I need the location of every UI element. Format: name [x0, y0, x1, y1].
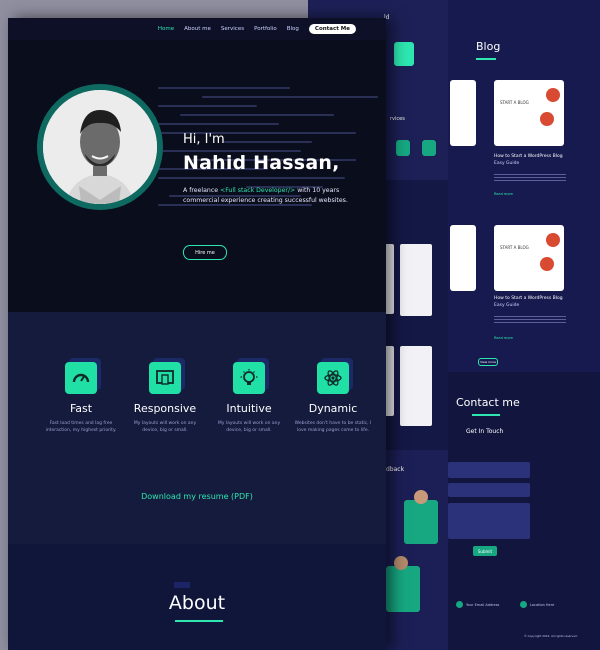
about-underline [175, 620, 223, 622]
feature-dynamic: Dynamic Websites don't have to be static… [294, 362, 372, 434]
feature-desc: My layouts will work on any device, big … [217, 421, 281, 433]
blog-card-2[interactable]: START A BLOG [494, 225, 564, 291]
read-more-link[interactable]: Read more [494, 336, 513, 340]
feature-title: Responsive [133, 402, 197, 415]
about-title: About [168, 592, 226, 614]
feature-fast: Fast Fast load times and lag free intera… [42, 362, 120, 434]
blog-card-label: START A BLOG [500, 100, 529, 105]
email-icon [456, 601, 463, 608]
nav-services[interactable]: Services [221, 26, 244, 32]
submit-button[interactable]: Submit [473, 546, 497, 556]
about-section: About [8, 544, 386, 650]
contact-underline [472, 414, 500, 416]
lightbulb-icon [233, 362, 265, 394]
feature-desc: Fast load times and lag free interaction… [45, 421, 117, 433]
portfolio-thumb[interactable] [400, 346, 432, 426]
blog-post-excerpt [494, 314, 566, 324]
testimonial-card[interactable] [386, 566, 420, 612]
feature-title: Dynamic [308, 402, 358, 415]
view-more-button[interactable]: View more [478, 358, 498, 366]
download-resume-link[interactable]: Download my resume (PDF) [8, 492, 386, 501]
blog-contact-page: Blog START A BLOG How to Start a WordPre… [448, 0, 600, 650]
blog-card-partial[interactable] [450, 80, 476, 146]
feature-title: Intuitive [226, 402, 272, 415]
email-label: Your Email Address [466, 603, 500, 607]
service-tile[interactable] [422, 140, 436, 156]
nav-about[interactable]: About me [184, 26, 211, 32]
hero-bio: A freelance <Full stack Developer/> with… [183, 186, 348, 206]
service-tile[interactable] [396, 140, 410, 156]
wordpress-icon [546, 88, 560, 102]
feature-intuitive: Intuitive My layouts will work on any de… [210, 362, 288, 434]
speedometer-icon [65, 362, 97, 394]
nav-portfolio[interactable]: Portfolio [254, 26, 277, 32]
contact-me-button[interactable]: Contact Me [308, 24, 356, 34]
skill-tile[interactable] [394, 42, 414, 66]
read-more-link[interactable]: Read more [494, 192, 513, 196]
email-field[interactable] [448, 483, 530, 497]
blog-card-partial[interactable] [450, 225, 476, 291]
section-label-partial: rvices [390, 116, 405, 122]
wordpress-icon [540, 257, 554, 271]
decorative-block [174, 582, 190, 588]
responsive-screen-icon [149, 362, 181, 394]
bio-text: A freelance [183, 187, 221, 194]
hero-greeting: Hi, I'm [183, 132, 225, 147]
wordpress-icon [546, 233, 560, 247]
hero-section: Hi, I'm Nahid Hassan, A freelance <Full … [8, 40, 386, 312]
contact-title: Contact me [456, 396, 520, 409]
atom-icon [317, 362, 349, 394]
copyright: © Copyright 2022. All rights reserved. [524, 634, 578, 638]
hire-me-button[interactable]: Hire me [183, 245, 227, 260]
nav-blog[interactable]: Blog [287, 26, 299, 32]
avatar [394, 556, 408, 570]
location-icon [520, 601, 527, 608]
blog-post-title[interactable]: How to Start a WordPress Blog [494, 154, 566, 159]
profile-photo-ring [37, 84, 163, 210]
feature-title: Fast [69, 402, 93, 415]
avatar [414, 490, 428, 504]
hero-name: Nahid Hassan, [183, 152, 340, 174]
location-label: Location Here [530, 603, 555, 607]
name-field[interactable] [448, 462, 530, 478]
profile-photo [43, 90, 157, 204]
feature-desc: Websites don't have to be static, I love… [294, 421, 372, 433]
contact-section: Contact me Get In Touch Submit Your Emai… [448, 372, 600, 650]
home-page: Home About me Services Portfolio Blog Co… [8, 18, 386, 650]
wordpress-icon [540, 112, 554, 126]
feature-responsive: Responsive My layouts will work on any d… [126, 362, 204, 434]
blog-post-excerpt [494, 172, 566, 182]
blog-post-subtitle: Easy Guide [494, 303, 520, 308]
section-label-partial: dback [386, 466, 405, 473]
blog-card-1[interactable]: START A BLOG [494, 80, 564, 146]
bio-accent: <Full stack Developer/> [220, 187, 296, 194]
blog-card-label: START A BLOG [500, 245, 529, 250]
testimonial-card[interactable] [404, 500, 438, 544]
top-nav: Home About me Services Portfolio Blog Co… [8, 18, 386, 40]
blog-underline [476, 58, 496, 60]
blog-post-subtitle: Easy Guide [494, 161, 520, 166]
message-field[interactable] [448, 503, 530, 539]
nav-home[interactable]: Home [158, 26, 174, 32]
features-section: Fast Fast load times and lag free intera… [8, 312, 386, 544]
feature-desc: My layouts will work on any device, big … [133, 421, 197, 433]
portfolio-thumb[interactable] [400, 244, 432, 316]
blog-title: Blog [476, 40, 501, 53]
contact-subtitle: Get In Touch [466, 428, 504, 435]
blog-post-title[interactable]: How to Start a WordPress Blog [494, 296, 566, 301]
